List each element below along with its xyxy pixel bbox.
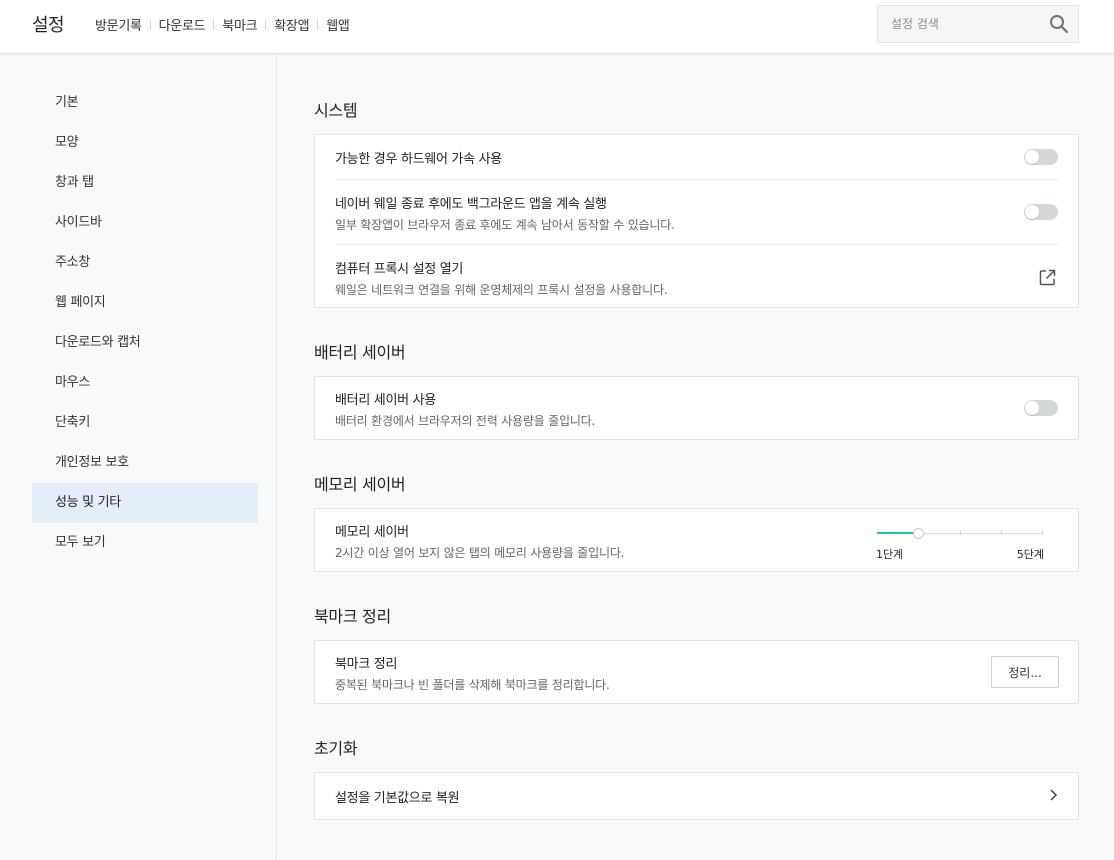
sidebar-item-shortcuts[interactable]: 단축키	[32, 403, 258, 443]
chevron-right-icon[interactable]	[1048, 788, 1058, 802]
nav-extensions[interactable]: 확장앱	[266, 15, 317, 34]
battery-desc: 배터리 환경에서 브라우저의 전력 사용량을 줄입니다.	[335, 414, 596, 428]
slider-thumb[interactable]	[912, 528, 924, 539]
memory-level-slider[interactable]: 1단계 5단계	[876, 528, 1044, 569]
sidebar-item-web-page[interactable]: 웹 페이지	[32, 283, 258, 323]
proxy-label: 컴퓨터 프록시 설정 열기	[335, 262, 464, 277]
sidebar-menu: 기본 모양 창과 탭 사이드바 주소창 웹 페이지 다운로드와 캡처 마우스 단…	[32, 83, 258, 563]
section-title-memory: 메모리 세이버	[314, 475, 406, 494]
sidebar-item-sidebar[interactable]: 사이드바	[32, 203, 258, 243]
page-title: 설정	[32, 15, 65, 36]
slider-max-label: 5단계	[1016, 548, 1044, 561]
header-nav: 방문기록 다운로드 북마크 확장앱 웹앱	[95, 15, 358, 34]
sidebar-item-download-capture[interactable]: 다운로드와 캡처	[32, 323, 258, 363]
sidebar-item-basic[interactable]: 기본	[32, 83, 258, 123]
hw-accel-label: 가능한 경우 하드웨어 가속 사용	[335, 152, 502, 167]
hw-accel-toggle[interactable]	[1024, 149, 1058, 165]
search-box	[877, 5, 1079, 43]
search-input[interactable]	[878, 6, 1038, 42]
sidebar-item-show-all[interactable]: 모두 보기	[32, 523, 258, 563]
nav-bookmarks[interactable]: 북마크	[214, 15, 265, 34]
sidebar-item-mouse[interactable]: 마우스	[32, 363, 258, 403]
battery-label: 배터리 세이버 사용	[335, 393, 436, 408]
section-title-system: 시스템	[314, 101, 358, 120]
background-apps-label: 네이버 웨일 종료 후에도 백그라운드 앱을 계속 실행	[335, 197, 607, 212]
section-title-battery: 배터리 세이버	[314, 343, 406, 362]
hw-accel-row: 가능한 경우 하드웨어 가속 사용	[335, 135, 1059, 179]
slider-fill	[877, 532, 918, 534]
background-apps-row: 네이버 웨일 종료 후에도 백그라운드 앱을 계속 실행 일부 확장앱이 브라우…	[335, 179, 1059, 244]
sidebar-item-privacy[interactable]: 개인정보 보호	[32, 443, 258, 483]
battery-row: 배터리 세이버 사용 배터리 환경에서 브라우저의 전력 사용량을 줄입니다.	[335, 377, 1059, 439]
nav-history[interactable]: 방문기록	[95, 15, 150, 34]
external-link-icon[interactable]	[1039, 269, 1056, 286]
toggle-knob	[1025, 401, 1039, 415]
bookmark-desc: 중복된 북마크나 빈 폴더를 삭제해 북마크를 정리합니다.	[335, 678, 610, 692]
nav-webapps[interactable]: 웹앱	[318, 15, 357, 34]
toggle-knob	[1025, 205, 1039, 219]
toggle-knob	[1025, 150, 1039, 164]
bookmark-row: 북마크 정리 중복된 북마크나 빈 폴더를 삭제해 북마크를 정리합니다. 정리…	[335, 641, 1059, 703]
bookmark-label: 북마크 정리	[335, 657, 398, 672]
proxy-row[interactable]: 컴퓨터 프록시 설정 열기 웨일은 네트워크 연결을 위해 운영체제의 프록시 …	[335, 244, 1059, 307]
reset-card: 설정을 기본값으로 복원	[314, 772, 1079, 820]
battery-card: 배터리 세이버 사용 배터리 환경에서 브라우저의 전력 사용량을 줄입니다.	[314, 376, 1079, 440]
sidebar-item-performance[interactable]: 성능 및 기타	[32, 483, 258, 523]
nav-downloads[interactable]: 다운로드	[151, 15, 214, 34]
reset-label: 설정을 기본값으로 복원	[335, 791, 460, 806]
system-card: 가능한 경우 하드웨어 가속 사용 네이버 웨일 종료 후에도 백그라운드 앱을…	[314, 134, 1079, 308]
sidebar-item-appearance[interactable]: 모양	[32, 123, 258, 163]
bookmark-card: 북마크 정리 중복된 북마크나 빈 폴더를 삭제해 북마크를 정리합니다. 정리…	[314, 640, 1079, 704]
battery-toggle[interactable]	[1024, 400, 1058, 416]
search-icon[interactable]	[1049, 14, 1069, 34]
slider-tick	[1042, 531, 1043, 535]
sidebar: 기본 모양 창과 탭 사이드바 주소창 웹 페이지 다운로드와 캡처 마우스 단…	[0, 55, 277, 860]
slider-tick	[1001, 531, 1002, 535]
sidebar-item-address-bar[interactable]: 주소창	[32, 243, 258, 283]
sidebar-item-windows-tabs[interactable]: 창과 탭	[32, 163, 258, 203]
proxy-desc: 웨일은 네트워크 연결을 위해 운영체제의 프록시 설정을 사용합니다.	[335, 283, 668, 297]
top-header: 설정 방문기록 다운로드 북마크 확장앱 웹앱	[0, 0, 1114, 54]
reset-row[interactable]: 설정을 기본값으로 복원	[335, 773, 1059, 819]
section-title-bookmark: 북마크 정리	[314, 607, 391, 626]
background-apps-desc: 일부 확장앱이 브라우저 종료 후에도 계속 남아서 동작할 수 있습니다.	[335, 218, 675, 232]
background-apps-toggle[interactable]	[1024, 204, 1058, 220]
memory-card: 메모리 세이버 2시간 이상 열어 보지 않은 탭의 메모리 사용량을 줄입니다…	[314, 508, 1079, 572]
bookmark-cleanup-button[interactable]: 정리...	[991, 656, 1059, 688]
slider-min-label: 1단계	[876, 548, 904, 561]
section-title-reset: 초기화	[314, 739, 358, 758]
slider-tick	[960, 531, 961, 535]
